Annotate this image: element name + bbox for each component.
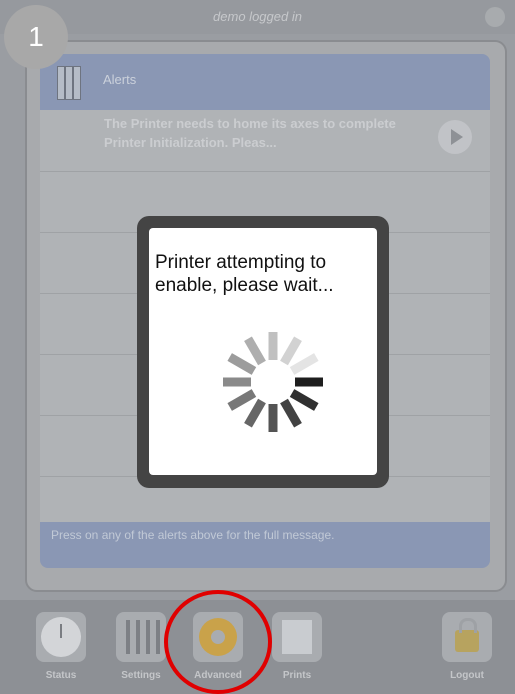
alert-item[interactable]: The Printer needs to home its axes to co… (40, 110, 490, 172)
alerts-title: Alerts (103, 72, 137, 87)
tab-label: Prints (282, 670, 312, 681)
home-icon[interactable] (485, 7, 505, 27)
alerts-footer-text: Press on any of the alerts above for the… (51, 528, 335, 542)
spinner-segment (227, 353, 257, 375)
prints-icon (272, 612, 322, 662)
modal-dialog: Printer attempting to enable, please wai… (137, 216, 389, 488)
modal-message: Printer attempting to enable, please wai… (155, 252, 334, 296)
tab-logout[interactable]: Logout (440, 612, 494, 692)
spinner-segment (227, 389, 257, 411)
spinner-segment (289, 389, 319, 411)
alerts-footer: Press on any of the alerts above for the… (40, 522, 490, 568)
login-status: demo logged in (213, 9, 302, 24)
spinner-segment (280, 398, 302, 428)
clock-icon (36, 612, 86, 662)
step-badge: 1 (4, 5, 68, 69)
spinner-segment (289, 353, 319, 375)
arrow-right-icon[interactable] (438, 120, 472, 154)
tab-label: Status (45, 670, 77, 681)
tab-prints[interactable]: Prints (270, 612, 324, 692)
tab-settings[interactable]: Settings (114, 612, 168, 692)
spinner-segment (280, 336, 302, 366)
top-bar: demo logged in (0, 0, 515, 34)
alerts-icon (57, 66, 83, 100)
annotation-circle (164, 590, 272, 694)
alerts-header: Alerts (40, 54, 490, 110)
spinner-segment (244, 398, 266, 428)
tab-label: Logout (450, 670, 484, 681)
alert-text: The Printer needs to home its axes to co… (104, 116, 396, 150)
modal-content: Printer attempting to enable, please wai… (149, 228, 377, 475)
lock-icon (442, 612, 492, 662)
loading-spinner-icon (223, 332, 323, 432)
spinner-segment (244, 336, 266, 366)
tab-status[interactable]: Status (34, 612, 88, 692)
tab-label: Settings (121, 670, 161, 681)
sliders-icon (116, 612, 166, 662)
